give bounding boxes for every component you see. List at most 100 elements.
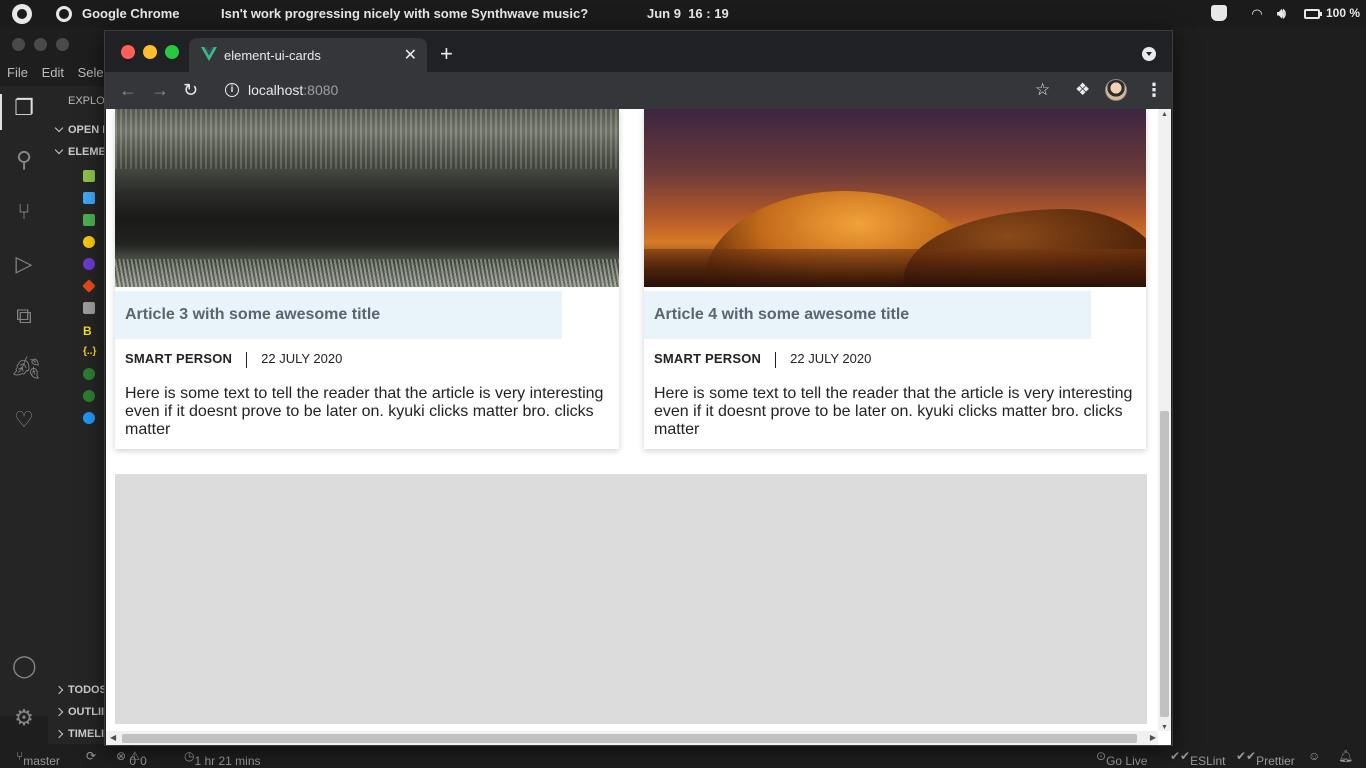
outline-section[interactable]: OUTLII — [48, 706, 104, 718]
problems-indicator[interactable]: ⊗ 0 ⚠ 0 — [116, 749, 147, 768]
file-eslint-icon[interactable] — [83, 258, 95, 270]
file-json-icon[interactable]: {..} — [83, 346, 103, 358]
extensions-icon[interactable]: ⧉ — [12, 304, 36, 328]
article-author: SMART PERSON — [125, 351, 233, 366]
file-text-icon[interactable] — [83, 302, 95, 314]
scroll-right-arrow-icon[interactable]: ▶ — [1150, 733, 1156, 742]
new-tab-button[interactable]: + — [440, 41, 453, 67]
heart-icon[interactable]: ♡ — [12, 408, 36, 432]
window-minimize-button[interactable] — [143, 45, 157, 59]
article-title[interactable]: Article 4 with some awesome title — [654, 306, 909, 324]
caffeine-icon[interactable] — [1211, 5, 1227, 21]
back-arrow-icon[interactable]: ← — [119, 80, 137, 101]
file-readme-icon[interactable] — [83, 412, 95, 424]
profile-avatar[interactable] — [1105, 79, 1127, 101]
clock[interactable]: Jun 9 16 : 19 — [647, 6, 729, 21]
warning-count: 0 — [140, 754, 147, 768]
menu-file[interactable]: File — [7, 65, 28, 80]
eslint-label: ESLint — [1190, 754, 1226, 768]
settings-gear-icon[interactable]: ⚙ — [12, 706, 36, 730]
wifi-icon[interactable]: ◠ — [1252, 6, 1262, 22]
volume-icon[interactable]: 🔊︎ — [1277, 5, 1286, 22]
app-menu-label[interactable]: Google Chrome — [82, 6, 180, 21]
article-author: SMART PERSON — [654, 351, 762, 366]
dune-shadow — [644, 249, 1146, 287]
tab-close-icon[interactable]: ✕ — [404, 45, 417, 65]
chrome-icon — [56, 6, 72, 22]
folder-public-icon[interactable] — [83, 192, 95, 204]
url-host: localhost — [248, 82, 304, 98]
article-card[interactable]: Article 3 with some awesome title SMART … — [115, 109, 619, 449]
bookmark-star-icon[interactable]: ☆ — [1035, 80, 1050, 100]
todos-section[interactable]: TODOS — [48, 684, 107, 696]
branch-indicator[interactable]: ⑂ master — [16, 749, 60, 768]
timeline-label: TIMELI — [68, 728, 105, 740]
folder-icon[interactable] — [83, 170, 95, 182]
article-meta: SMART PERSON 22 JULY 2020 — [125, 351, 342, 368]
notifications-bell-icon[interactable]: 🔔︎ — [1338, 749, 1353, 763]
sync-icon[interactable]: ⟳ — [86, 749, 96, 763]
browser-toolbar: ← → ↻ i localhost:8080 ☆ ❖ ⋮ — [105, 72, 1172, 109]
open-editors-section[interactable]: OPEN I — [48, 123, 105, 136]
timeline-section[interactable]: TIMELI — [48, 728, 104, 740]
eslint-status[interactable]: ✔✔ ESLint — [1170, 749, 1225, 768]
horizontal-scrollbar[interactable]: ◀ ▶ — [106, 731, 1158, 745]
folder-src-icon[interactable] — [83, 214, 95, 226]
window-close-button[interactable] — [121, 45, 135, 59]
tab-search-icon[interactable] — [1142, 47, 1156, 61]
project-label: ELEME — [68, 146, 106, 158]
article-excerpt: Here is some text to tell the reader tha… — [125, 385, 604, 438]
mongodb-leaf-icon[interactable]: 🍂︎ — [12, 356, 40, 380]
window-maximize-button[interactable] — [165, 45, 179, 59]
feedback-icon[interactable]: ☺ — [1308, 749, 1320, 763]
vscode-close-icon[interactable] — [12, 38, 25, 51]
file-node-icon[interactable] — [83, 368, 95, 380]
extensions-puzzle-icon[interactable]: ❖ — [1075, 80, 1090, 100]
go-live-button[interactable]: ⊙ Go Live — [1096, 749, 1147, 768]
explorer-title: EXPLO — [68, 95, 105, 107]
chrome-menu-icon[interactable]: ⋮ — [1145, 80, 1163, 101]
accounts-icon[interactable]: ◯ — [12, 654, 37, 678]
prettier-status[interactable]: ✔✔ Prettier — [1236, 749, 1295, 768]
forward-arrow-icon[interactable]: → — [151, 80, 169, 101]
chrome-window: element-ui-cards ✕ + ← → ↻ i localhost:8… — [104, 30, 1173, 746]
tab-title: element-ui-cards — [224, 48, 321, 63]
browser-tab-active[interactable]: element-ui-cards ✕ — [189, 38, 427, 72]
menu-edit[interactable]: Edit — [42, 65, 64, 80]
source-control-icon[interactable]: ⑂ — [12, 200, 36, 224]
time-tracker[interactable]: ◷ 1 hr 21 mins — [184, 749, 261, 768]
reload-icon[interactable]: ↻ — [183, 80, 198, 101]
vertical-scroll-thumb[interactable] — [1160, 411, 1169, 717]
activities-icon[interactable] — [12, 4, 32, 24]
search-icon[interactable]: ⚲ — [12, 148, 36, 172]
explorer-icon[interactable]: ❐ — [12, 96, 36, 120]
chevron-down-icon — [54, 145, 64, 155]
run-debug-icon[interactable]: ▷ — [12, 252, 36, 276]
article-card[interactable]: Article 4 with some awesome title SMART … — [644, 109, 1146, 449]
file-babel-icon[interactable] — [83, 236, 95, 248]
article-title-band: Article 3 with some awesome title — [115, 291, 562, 339]
article-title[interactable]: Article 3 with some awesome title — [125, 306, 380, 324]
file-git-icon[interactable] — [82, 279, 96, 293]
meta-divider — [246, 351, 248, 368]
scroll-left-arrow-icon[interactable]: ◀ — [110, 733, 116, 742]
site-info-icon[interactable]: i — [225, 83, 239, 97]
vertical-scrollbar[interactable]: ▲ ▼ — [1158, 109, 1171, 731]
clock-date: Jun 9 — [647, 6, 681, 21]
time-tracked-label: 1 hr 21 mins — [194, 754, 261, 768]
branch-name: master — [23, 754, 60, 768]
file-node-lock-icon[interactable] — [83, 390, 95, 402]
battery-icon[interactable] — [1304, 9, 1322, 19]
file-prettier-icon[interactable]: B — [83, 324, 95, 338]
vscode-minimize-icon[interactable] — [34, 38, 47, 51]
scroll-up-arrow-icon[interactable]: ▲ — [1161, 111, 1168, 118]
address-bar[interactable]: localhost:8080 — [248, 82, 338, 98]
scroll-down-arrow-icon[interactable]: ▼ — [1161, 724, 1168, 731]
project-section[interactable]: ELEME — [48, 145, 106, 158]
vscode-maximize-icon[interactable] — [56, 38, 69, 51]
article-title-band: Article 4 with some awesome title — [644, 291, 1091, 339]
error-count: 0 — [129, 754, 137, 768]
explorer-sidebar: EXPLO OPEN I ELEME B {..} TODOS OUTLII T… — [48, 86, 108, 748]
now-playing-text[interactable]: Isn't work progressing nicely with some … — [221, 6, 588, 21]
horizontal-scroll-thumb[interactable] — [122, 734, 1137, 743]
